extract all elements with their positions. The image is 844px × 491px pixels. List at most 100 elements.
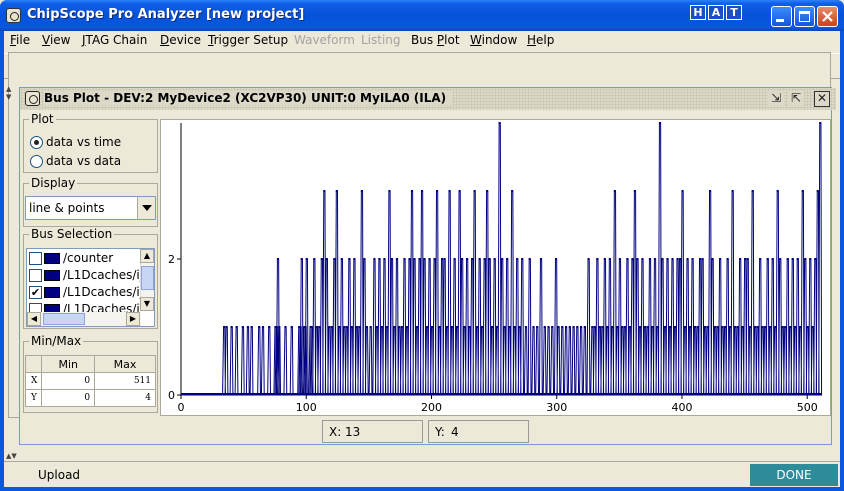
data-point bbox=[651, 326, 654, 328]
scroll-up-arrow[interactable]: ▲ bbox=[140, 249, 154, 263]
menu-window[interactable]: Window bbox=[470, 33, 517, 47]
data-point bbox=[711, 258, 714, 260]
minmax-corner bbox=[24, 355, 43, 373]
hat-a-button[interactable]: A bbox=[708, 5, 724, 20]
data-point bbox=[235, 326, 238, 328]
close-icon: ✕ bbox=[816, 91, 828, 105]
x-min-cell[interactable]: 0 bbox=[41, 372, 96, 390]
display-mode-select[interactable]: line & points bbox=[25, 196, 156, 220]
data-vs-data-radio[interactable] bbox=[30, 155, 43, 168]
list-item[interactable]: /counter bbox=[29, 251, 141, 267]
x-readout-value: 13 bbox=[345, 425, 361, 439]
menu-file[interactable]: File bbox=[10, 33, 30, 47]
display-mode-dropdown-button[interactable] bbox=[137, 197, 155, 219]
data-point bbox=[486, 190, 489, 192]
menu-jtag-chain[interactable]: JTAG Chain bbox=[82, 33, 147, 47]
iconify-button[interactable]: ⇲ bbox=[768, 91, 784, 107]
hat-t-button[interactable]: T bbox=[726, 5, 742, 20]
list-item[interactable]: ✔ /L1Dcaches/i_ bbox=[29, 285, 141, 301]
data-point bbox=[663, 326, 666, 328]
menu-trigger-setup[interactable]: Trigger Setup bbox=[208, 33, 288, 47]
window-title: ChipScope Pro Analyzer [new project] bbox=[27, 7, 305, 22]
data-point bbox=[673, 326, 676, 328]
x-readout: X: 13 bbox=[322, 420, 423, 443]
hat-h-button[interactable]: H bbox=[690, 5, 706, 20]
data-point bbox=[340, 258, 343, 260]
bus-list-vertical-scrollbar[interactable]: ▲ ▼ bbox=[140, 249, 154, 311]
bus-checkbox[interactable]: ✔ bbox=[29, 286, 42, 299]
desktop-left-arrows[interactable]: ▲ ▼ bbox=[6, 85, 11, 101]
x-max-cell[interactable]: 511 bbox=[94, 372, 156, 390]
data-point bbox=[756, 326, 759, 328]
bus-plot-window-icon[interactable] bbox=[25, 91, 40, 106]
data-point bbox=[524, 326, 527, 328]
data-point bbox=[363, 258, 366, 260]
desktop-bottom-arrows[interactable]: ▲▼ bbox=[6, 452, 17, 460]
data-point bbox=[811, 326, 814, 328]
x-tick-label: 400 bbox=[671, 401, 692, 414]
y-min-cell[interactable]: 0 bbox=[41, 389, 96, 407]
display-mode-value: line & points bbox=[29, 201, 105, 215]
restore-button[interactable]: ⇱ bbox=[788, 91, 804, 107]
menu-device[interactable]: Device bbox=[160, 33, 201, 47]
data-point bbox=[353, 258, 356, 260]
data-point bbox=[799, 326, 802, 328]
data-point bbox=[355, 326, 358, 328]
data-point bbox=[491, 326, 494, 328]
data-point bbox=[513, 326, 516, 328]
data-point bbox=[400, 326, 403, 328]
data-vs-time-radio[interactable] bbox=[30, 136, 43, 149]
chipscope-app-icon[interactable] bbox=[6, 8, 21, 23]
y-max-cell[interactable]: 4 bbox=[94, 389, 156, 407]
data-point bbox=[694, 326, 697, 328]
menu-view[interactable]: View bbox=[42, 33, 70, 47]
data-point bbox=[683, 326, 686, 328]
data-point bbox=[481, 326, 484, 328]
data-point bbox=[716, 326, 719, 328]
data-point bbox=[801, 190, 804, 192]
maximize-icon bbox=[799, 11, 810, 22]
close-button[interactable] bbox=[817, 6, 838, 27]
data-point bbox=[328, 326, 331, 328]
bus-checkbox[interactable] bbox=[29, 269, 42, 282]
bus-plot-close-button[interactable]: ✕ bbox=[814, 91, 830, 107]
menu-waveform[interactable]: Waveform bbox=[294, 33, 355, 47]
h-scroll-thumb[interactable] bbox=[43, 313, 85, 325]
maximize-button[interactable] bbox=[794, 6, 815, 27]
bus-list-horizontal-scrollbar[interactable]: ◀ ▶ bbox=[27, 312, 141, 326]
data-point bbox=[809, 258, 812, 260]
bus-plot-canvas[interactable]: 0 100 200 300 400 500 0 2 bbox=[160, 119, 831, 416]
y-tick-label: 0 bbox=[168, 389, 175, 402]
title-bar[interactable]: ChipScope Pro Analyzer [new project] H A… bbox=[0, 0, 844, 31]
data-point bbox=[511, 190, 514, 192]
chevron-right-icon: ▶ bbox=[129, 314, 137, 323]
data-point bbox=[621, 326, 624, 328]
data-point bbox=[766, 258, 769, 260]
bus-color-swatch[interactable] bbox=[44, 253, 60, 264]
scroll-down-arrow[interactable]: ▼ bbox=[140, 297, 154, 311]
data-point bbox=[268, 326, 271, 328]
data-point bbox=[648, 258, 651, 260]
menu-help[interactable]: Help bbox=[527, 33, 554, 47]
data-point bbox=[623, 326, 626, 328]
bus-color-swatch[interactable] bbox=[44, 270, 60, 281]
plot-group: Plot data vs time data vs data bbox=[23, 112, 158, 173]
data-point bbox=[688, 326, 691, 328]
menu-listing[interactable]: Listing bbox=[361, 33, 401, 47]
list-item[interactable]: /L1Dcaches/i_ bbox=[29, 268, 141, 284]
bus-color-swatch[interactable] bbox=[44, 287, 60, 298]
menu-bus-plot[interactable]: Bus Plot bbox=[411, 33, 460, 47]
restore-icon: ⇱ bbox=[790, 91, 802, 105]
bus-plot-title-bar[interactable]: Bus Plot - DEV:2 MyDevice2 (XC2VP30) UNI… bbox=[20, 88, 836, 110]
data-point bbox=[554, 258, 557, 260]
data-point bbox=[551, 326, 554, 328]
scroll-thumb[interactable] bbox=[141, 266, 154, 290]
data-point bbox=[463, 326, 466, 328]
data-point bbox=[638, 326, 641, 328]
scroll-left-arrow[interactable]: ◀ bbox=[27, 312, 41, 326]
bus-checkbox[interactable] bbox=[29, 252, 42, 265]
data-point bbox=[661, 258, 664, 260]
data-point bbox=[516, 258, 519, 260]
scroll-right-arrow[interactable]: ▶ bbox=[126, 312, 140, 326]
minimize-button[interactable] bbox=[771, 6, 792, 27]
